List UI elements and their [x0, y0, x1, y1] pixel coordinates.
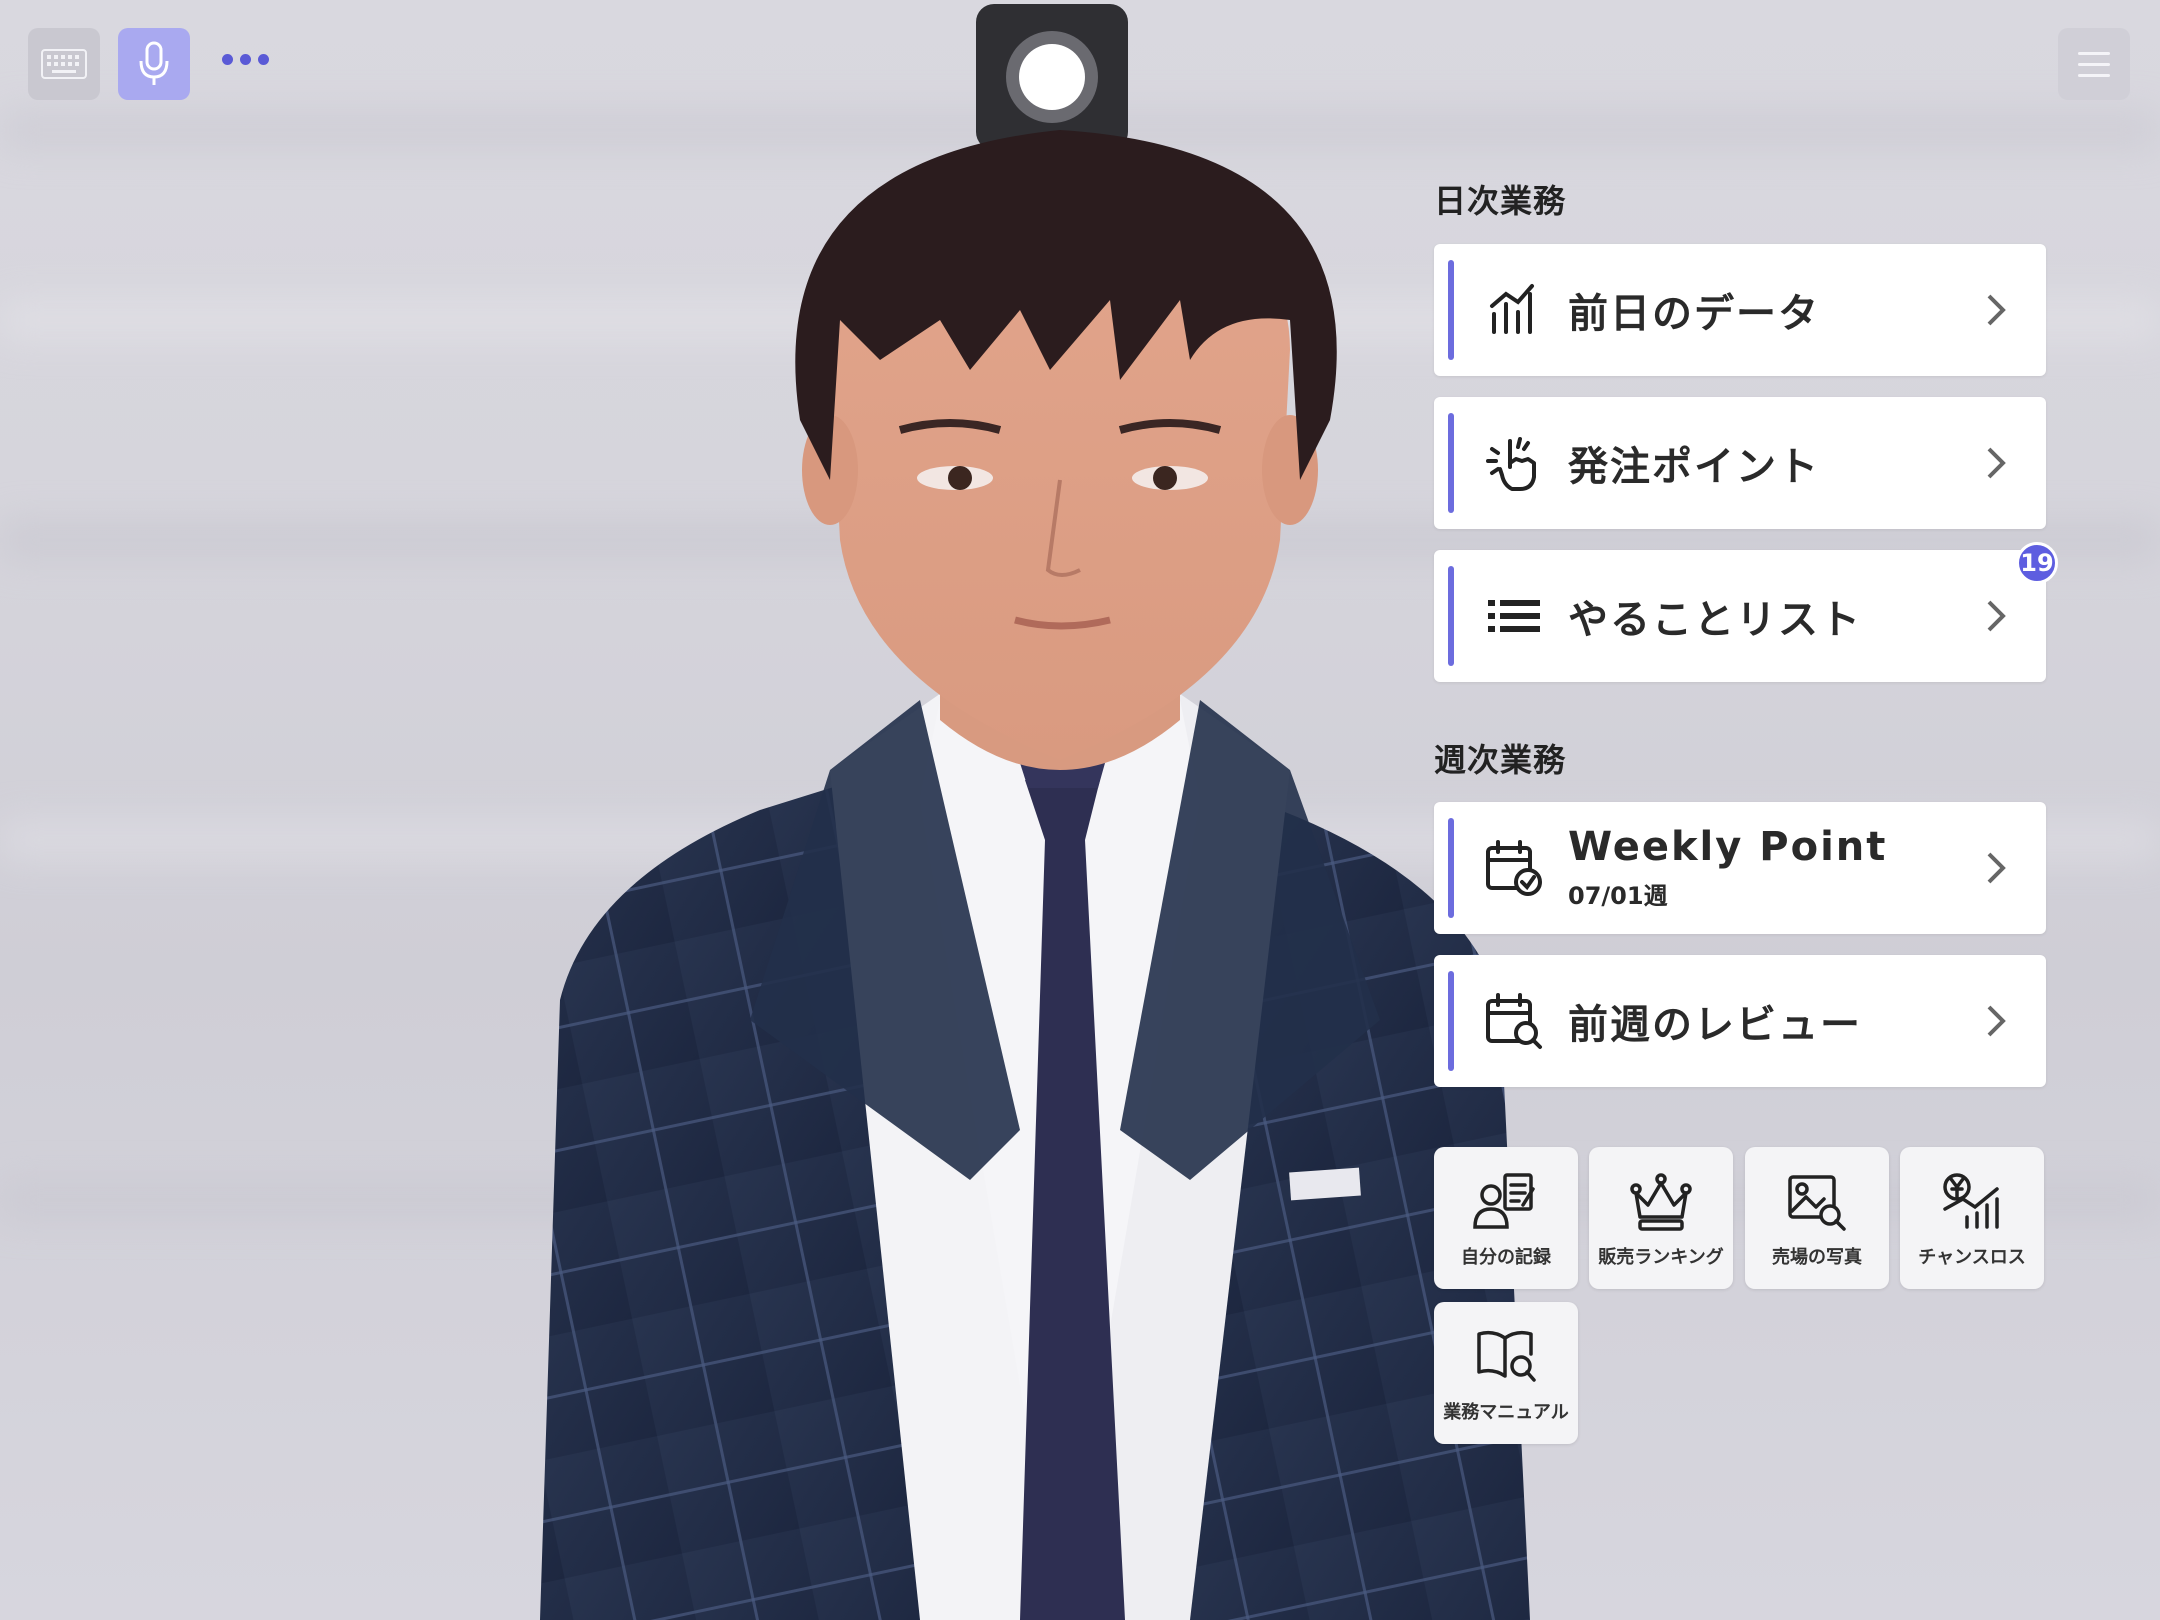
card-todo-list[interactable]: やることリスト: [1434, 550, 2046, 682]
tile-sales-ranking[interactable]: 販売ランキング: [1589, 1147, 1733, 1289]
yen-chart-icon: [1943, 1173, 1999, 1229]
card-sub-label: 07/01週: [1568, 882, 1668, 910]
calendar-search-icon: [1486, 993, 1542, 1049]
tile-work-manual[interactable]: 業務マニュアル: [1434, 1302, 1578, 1444]
card-previous-day-data[interactable]: 前日のデータ: [1434, 244, 2046, 376]
chevron-right-icon: [1987, 1005, 2006, 1037]
microphone-icon: [139, 41, 169, 85]
more-dots-icon[interactable]: [222, 54, 269, 65]
crown-icon: [1630, 1173, 1692, 1231]
weekly-section-title: 週次業務: [1434, 741, 1567, 779]
card-accent-bar: [1448, 413, 1454, 513]
card-last-week-review[interactable]: 前週のレビュー: [1434, 955, 2046, 1087]
card-label: Weekly Point: [1568, 824, 1888, 870]
card-label: 前週のレビュー: [1568, 1002, 1862, 1048]
tile-my-record[interactable]: 自分の記録: [1434, 1147, 1578, 1289]
camera-lens-icon: [1019, 44, 1085, 110]
tile-label: 業務マニュアル: [1443, 1402, 1569, 1423]
tile-chance-loss[interactable]: チャンスロス: [1900, 1147, 2044, 1289]
card-accent-bar: [1448, 818, 1454, 918]
tile-label: 自分の記録: [1461, 1247, 1551, 1268]
card-order-point[interactable]: 発注ポイント: [1434, 397, 2046, 529]
bar-chart-icon: [1490, 284, 1534, 334]
user-record-icon: [1473, 1173, 1535, 1229]
card-accent-bar: [1448, 260, 1454, 360]
card-label: 発注ポイント: [1568, 444, 1820, 490]
keyboard-icon: [41, 49, 87, 79]
chevron-right-icon: [1987, 600, 2006, 632]
card-weekly-point[interactable]: Weekly Point 07/01週: [1434, 802, 2046, 934]
manual-book-icon: [1477, 1330, 1536, 1382]
microphone-button[interactable]: [118, 28, 190, 100]
list-icon: [1488, 600, 1540, 632]
card-accent-bar: [1448, 971, 1454, 1071]
chevron-right-icon: [1987, 852, 2006, 884]
hamburger-menu-icon[interactable]: [2058, 28, 2130, 100]
card-label: 前日のデータ: [1568, 291, 1820, 337]
photo-search-icon: [1788, 1175, 1846, 1231]
card-accent-bar: [1448, 566, 1454, 666]
notification-badge: 19: [2016, 542, 2058, 584]
card-label: やることリスト: [1568, 597, 1862, 643]
tile-store-photo[interactable]: 売場の写真: [1745, 1147, 1889, 1289]
keyboard-button[interactable]: [28, 28, 100, 100]
tile-label: チャンスロス: [1918, 1247, 2026, 1268]
calendar-check-icon: [1486, 840, 1542, 896]
tile-label: 売場の写真: [1772, 1247, 1862, 1268]
tile-label: 販売ランキング: [1598, 1247, 1724, 1268]
chevron-right-icon: [1987, 294, 2006, 326]
daily-section-title: 日次業務: [1434, 182, 1567, 220]
finger-point-icon: [1486, 437, 1536, 491]
chevron-right-icon: [1987, 447, 2006, 479]
